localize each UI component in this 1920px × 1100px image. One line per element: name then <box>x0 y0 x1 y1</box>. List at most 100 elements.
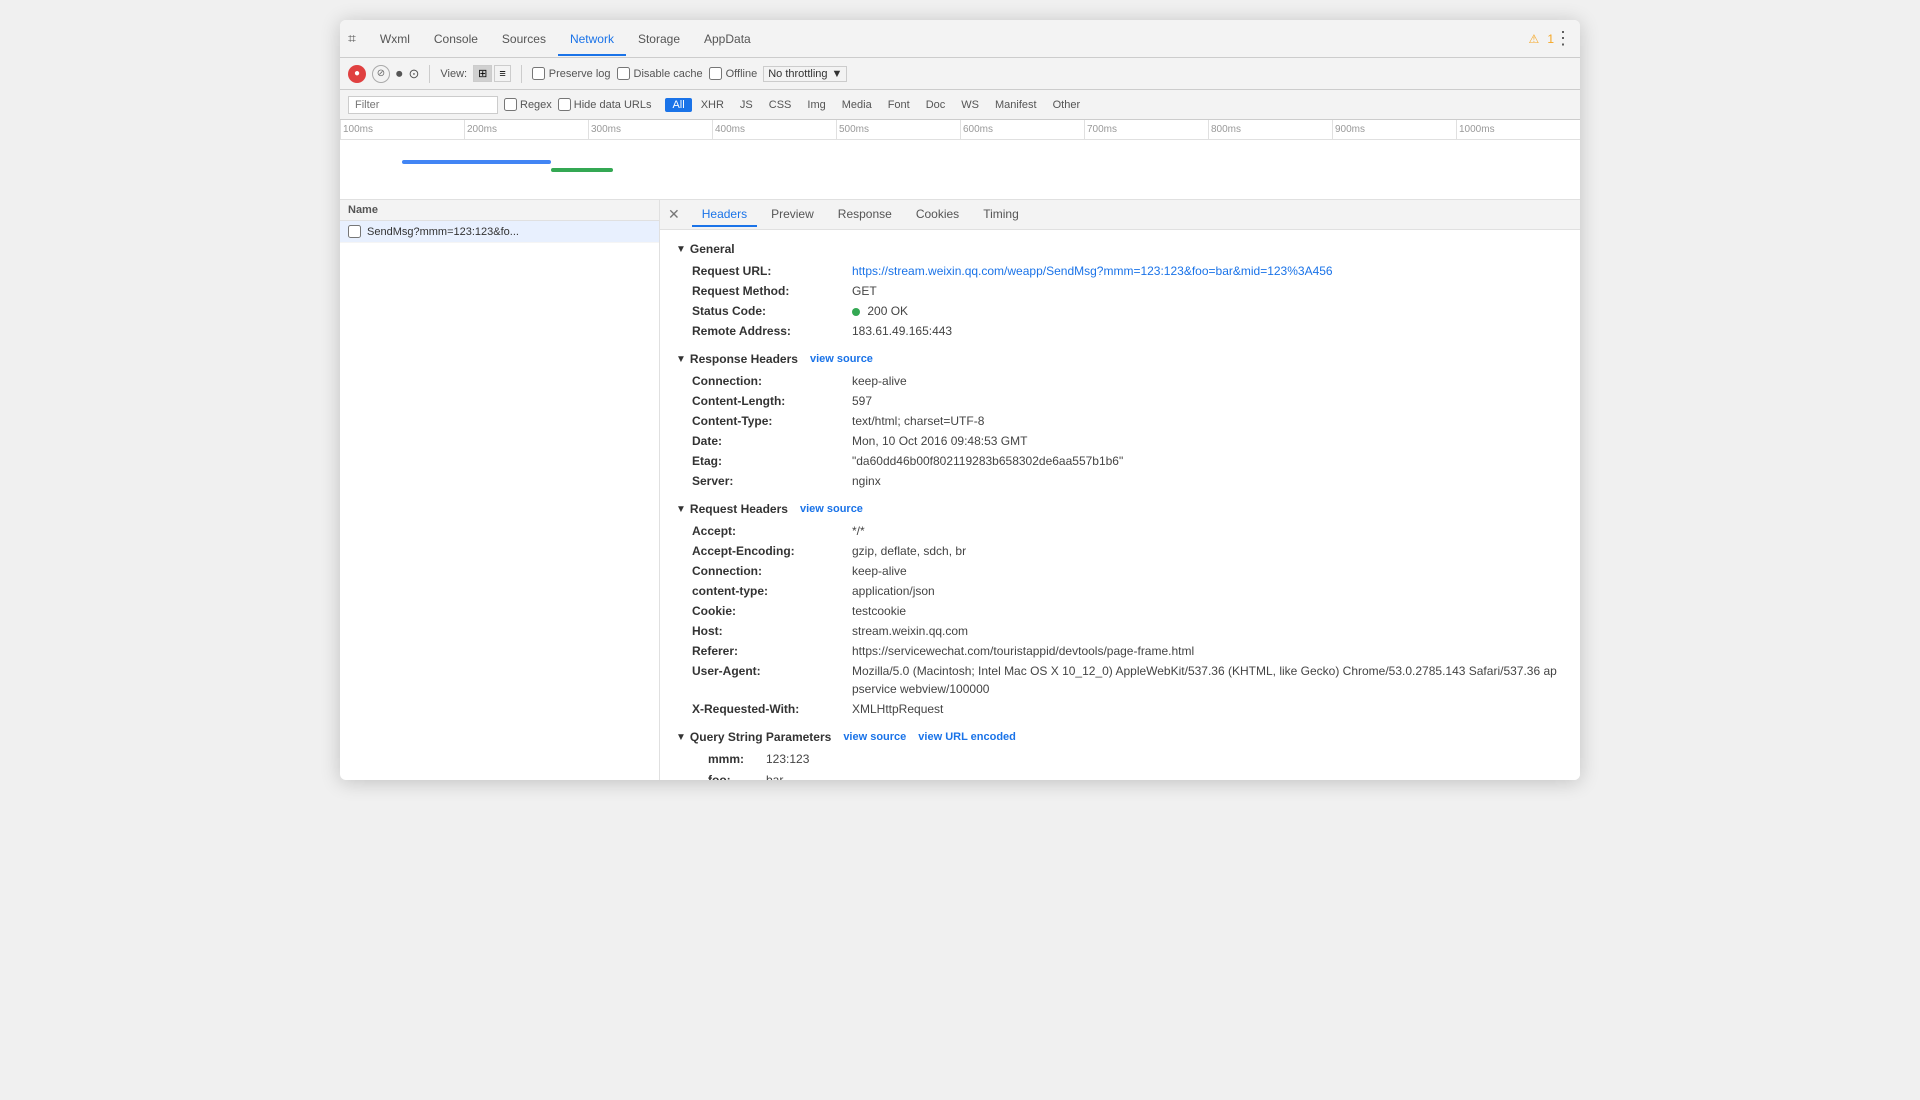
preserve-log-checkbox[interactable] <box>532 67 545 80</box>
general-section-header[interactable]: ▼ General <box>676 238 1564 260</box>
res-etag-value: "da60dd46b00f802119283b658302de6aa557b1b… <box>852 452 1123 470</box>
query-foo-row: foo: bar <box>708 771 1564 780</box>
tab-cookies[interactable]: Cookies <box>906 203 969 227</box>
tab-preview[interactable]: Preview <box>761 203 824 227</box>
throttle-select[interactable]: No throttling ▼ <box>763 66 847 82</box>
query-string-title: Query String Parameters <box>690 730 831 744</box>
request-headers-section-header[interactable]: ▼ Request Headers view source <box>676 498 1564 520</box>
divider2 <box>521 65 522 83</box>
res-content-length-key: Content-Length: <box>692 392 852 410</box>
close-detail-button[interactable]: ✕ <box>668 206 680 223</box>
req-host-key: Host: <box>692 622 852 640</box>
regex-checkbox[interactable] <box>504 98 517 111</box>
view-toggle: ⊞ ≡ <box>473 65 511 82</box>
camera-button[interactable]: ⏺ <box>396 66 403 82</box>
request-url-row: Request URL: https://stream.weixin.qq.co… <box>692 262 1564 280</box>
view-label: View: <box>440 68 467 80</box>
offline-checkbox[interactable] <box>709 67 722 80</box>
kebab-menu-button[interactable]: ⋮ <box>1554 28 1572 49</box>
tick-1000: 1000ms <box>1456 120 1580 139</box>
status-code-key: Status Code: <box>692 302 852 320</box>
req-cookie-row: Cookie: testcookie <box>692 602 1564 620</box>
type-btn-manifest[interactable]: Manifest <box>988 98 1044 112</box>
query-view-url-encoded-link[interactable]: view URL encoded <box>918 731 1016 743</box>
query-view-source-link[interactable]: view source <box>843 731 906 743</box>
type-btn-img[interactable]: Img <box>800 98 832 112</box>
hide-data-urls-text: Hide data URLs <box>574 99 652 111</box>
tick-400: 400ms <box>712 120 836 139</box>
general-section-body: Request URL: https://stream.weixin.qq.co… <box>676 262 1564 340</box>
header-detail-content: ▼ General Request URL: https://stream.we… <box>660 230 1580 780</box>
tab-sources[interactable]: Sources <box>490 24 558 56</box>
req-connection-row: Connection: keep-alive <box>692 562 1564 580</box>
tab-appdata[interactable]: AppData <box>692 24 763 56</box>
request-headers-title: Request Headers <box>690 502 788 516</box>
timeline-bar-blue <box>402 160 551 164</box>
res-date-value: Mon, 10 Oct 2016 09:48:53 GMT <box>852 432 1027 450</box>
request-checkbox[interactable] <box>348 225 361 238</box>
response-headers-section-header[interactable]: ▼ Response Headers view source <box>676 348 1564 370</box>
query-string-section-header[interactable]: ▼ Query String Parameters view source vi… <box>676 726 1564 748</box>
top-tab-bar: ⌗ Wxml Console Sources Network Storage A… <box>340 20 1580 58</box>
disable-cache-checkbox[interactable] <box>617 67 630 80</box>
stop-button[interactable]: ⊘ <box>372 65 390 83</box>
record-button[interactable]: ● <box>348 65 366 83</box>
timeline: 100ms 200ms 300ms 400ms 500ms 600ms 700m… <box>340 120 1580 200</box>
remote-address-value: 183.61.49.165:443 <box>852 322 952 340</box>
tab-storage[interactable]: Storage <box>626 24 692 56</box>
request-url-value: https://stream.weixin.qq.com/weapp/SendM… <box>852 262 1333 280</box>
offline-label: Offline <box>709 67 758 80</box>
filter-input[interactable] <box>348 96 498 114</box>
filter-button[interactable]: ⊙ <box>409 66 420 82</box>
throttle-chevron: ▼ <box>832 68 843 80</box>
type-filters: All XHR JS CSS Img Media Font Doc WS Man… <box>665 98 1087 112</box>
hide-data-urls-label: Hide data URLs <box>558 98 652 111</box>
type-btn-media[interactable]: Media <box>835 98 879 112</box>
tab-response[interactable]: Response <box>828 203 902 227</box>
req-accept-encoding-value: gzip, deflate, sdch, br <box>852 542 966 560</box>
type-btn-font[interactable]: Font <box>881 98 917 112</box>
response-headers-section: ▼ Response Headers view source Connectio… <box>676 348 1564 490</box>
req-accept-encoding-row: Accept-Encoding: gzip, deflate, sdch, br <box>692 542 1564 560</box>
view-grid-button[interactable]: ⊞ <box>473 65 492 82</box>
divider <box>429 65 430 83</box>
type-btn-css[interactable]: CSS <box>762 98 799 112</box>
remote-address-row: Remote Address: 183.61.49.165:443 <box>692 322 1564 340</box>
name-column-header: Name <box>340 200 659 221</box>
tab-wxml[interactable]: Wxml <box>368 24 422 56</box>
res-date-key: Date: <box>692 432 852 450</box>
req-cookie-value: testcookie <box>852 602 906 620</box>
req-referer-key: Referer: <box>692 642 852 660</box>
res-server-value: nginx <box>852 472 881 490</box>
res-connection-row: Connection: keep-alive <box>692 372 1564 390</box>
req-x-requested-with-value: XMLHttpRequest <box>852 700 943 718</box>
res-connection-key: Connection: <box>692 372 852 390</box>
type-btn-js[interactable]: JS <box>733 98 760 112</box>
requests-panel: Name SendMsg?mmm=123:123&fo... <box>340 200 660 780</box>
request-view-source-link[interactable]: view source <box>800 503 863 515</box>
tick-100: 100ms <box>340 120 464 139</box>
type-btn-other[interactable]: Other <box>1046 98 1088 112</box>
res-date-row: Date: Mon, 10 Oct 2016 09:48:53 GMT <box>692 432 1564 450</box>
type-btn-all[interactable]: All <box>665 98 691 112</box>
query-string-body: mmm: 123:123 foo: bar mid: 123:45 <box>676 750 1564 780</box>
tab-console[interactable]: Console <box>422 24 490 56</box>
type-btn-doc[interactable]: Doc <box>919 98 953 112</box>
tab-timing[interactable]: Timing <box>973 203 1029 227</box>
request-row[interactable]: SendMsg?mmm=123:123&fo... <box>340 221 659 243</box>
res-content-length-value: 597 <box>852 392 872 410</box>
req-referer-value: https://servicewechat.com/touristappid/d… <box>852 642 1194 660</box>
tab-headers[interactable]: Headers <box>692 203 757 227</box>
regex-text: Regex <box>520 99 552 111</box>
query-mmm-key: mmm: <box>708 750 758 769</box>
detail-tabs: ✕ Headers Preview Response Cookies Timin… <box>660 200 1580 230</box>
req-content-type-value: application/json <box>852 582 935 600</box>
hide-data-urls-checkbox[interactable] <box>558 98 571 111</box>
query-foo-value: bar <box>766 771 783 780</box>
response-view-source-link[interactable]: view source <box>810 353 873 365</box>
req-accept-key: Accept: <box>692 522 852 540</box>
type-btn-ws[interactable]: WS <box>954 98 986 112</box>
tab-network[interactable]: Network <box>558 24 626 56</box>
type-btn-xhr[interactable]: XHR <box>694 98 731 112</box>
view-list-button[interactable]: ≡ <box>494 65 510 82</box>
